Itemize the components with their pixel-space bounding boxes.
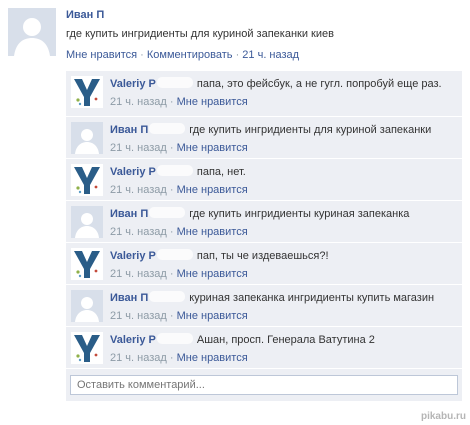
comment-timestamp[interactable]: 21 ч. назад	[110, 226, 167, 238]
comment-avatar[interactable]	[71, 248, 103, 280]
comment-like-link[interactable]: Мне нравится	[177, 96, 248, 108]
separator: ·	[166, 226, 177, 238]
post-author-name[interactable]: Иван П	[66, 9, 104, 21]
comment-meta: 21 ч. назад · Мне нравится	[110, 267, 456, 282]
v-logo-icon	[71, 332, 103, 364]
post-text: где купить ингридиенты для куриной запек…	[66, 28, 334, 40]
comment-meta: 21 ч. назад · Мне нравится	[110, 95, 456, 110]
comment-body: Valeriy P Ашан, просп. Генерала Ватутина …	[110, 333, 456, 366]
redacted-surname	[156, 165, 193, 176]
comment-meta: 21 ч. назад · Мне нравится	[110, 309, 456, 324]
comment-text: где купить ингридиенты куриная запеканка	[189, 208, 410, 220]
comment-author[interactable]: Valeriy P	[110, 166, 156, 178]
comment-meta: 21 ч. назад · Мне нравится	[110, 141, 456, 156]
comment-avatar[interactable]	[71, 76, 103, 108]
comment-timestamp[interactable]: 21 ч. назад	[110, 310, 167, 322]
comment-author[interactable]: Valeriy P	[110, 250, 156, 262]
comment-avatar[interactable]	[71, 164, 103, 196]
comment-timestamp[interactable]: 21 ч. назад	[110, 184, 167, 196]
comment-text: где купить ингридиенты для куриной запек…	[189, 124, 432, 136]
watermark: pikabu.ru	[420, 411, 466, 422]
comment-author[interactable]: Valeriy P	[110, 334, 156, 346]
comment-like-link[interactable]: Мне нравится	[177, 268, 248, 280]
comment-like-link[interactable]: Мне нравится	[177, 352, 248, 364]
comment-like-link[interactable]: Мне нравится	[177, 226, 248, 238]
redacted-surname	[156, 333, 193, 344]
silhouette-avatar-icon	[71, 122, 103, 154]
separator: ·	[166, 352, 177, 364]
separator: ·	[166, 310, 177, 322]
redacted-surname	[156, 77, 193, 88]
comment-avatar[interactable]	[71, 122, 103, 154]
comment: Иван П где купить ингридиенты куриная зап…	[66, 201, 462, 243]
separator: ·	[137, 49, 147, 61]
comment-like-link[interactable]: Мне нравится	[177, 142, 248, 154]
separator: ·	[166, 142, 177, 154]
comment-input[interactable]	[70, 375, 458, 395]
comment-text: папа, это фейсбук, а не гугл. попробуй е…	[196, 78, 442, 90]
comment-timestamp[interactable]: 21 ч. назад	[110, 96, 167, 108]
comment-text: папа, нет.	[196, 166, 246, 178]
comment-body: Иван П где купить ингридиенты куриная зап…	[110, 207, 456, 240]
comment-text: Ашан, просп. Генерала Ватутина 2	[196, 334, 375, 346]
comment-like-link[interactable]: Мне нравится	[177, 184, 248, 196]
comment-timestamp[interactable]: 21 ч. назад	[110, 352, 167, 364]
comment-meta: 21 ч. назад · Мне нравится	[110, 351, 456, 366]
comment: Valeriy P папа, нет. 21 ч. назад · Мне нра…	[66, 159, 462, 201]
separator: ·	[166, 184, 177, 196]
v-logo-icon	[71, 164, 103, 196]
comment-text: пап, ты че издеваешься?!	[196, 250, 329, 262]
comment-avatar[interactable]	[71, 332, 103, 364]
v-logo-icon	[71, 76, 103, 108]
comment-body: Valeriy P пап, ты че издеваешься?! 21 ч. н…	[110, 249, 456, 282]
comment: Иван П где купить ингридиенты для куриной…	[66, 117, 462, 159]
redacted-surname	[156, 249, 193, 260]
comment-body: Иван П где купить ингридиенты для куриной…	[110, 123, 456, 156]
comment: Valeriy P пап, ты че издеваешься?! 21 ч. н…	[66, 243, 462, 285]
post-actions: Мне нравится · Комментировать · 21 ч. на…	[66, 49, 299, 61]
comment-body: Valeriy P папа, это фейсбук, а не гугл. п…	[110, 77, 456, 110]
comment-author[interactable]: Иван П	[110, 124, 148, 136]
redacted-surname	[149, 207, 186, 218]
post-author-avatar[interactable]	[8, 8, 56, 56]
silhouette-avatar-icon	[71, 206, 103, 238]
comment-body: Иван П куриная запеканка ингридиенты купи…	[110, 291, 456, 324]
post-timestamp[interactable]: 21 ч. назад	[242, 49, 299, 61]
silhouette-avatar-icon	[8, 8, 56, 56]
separator: ·	[166, 96, 177, 108]
comment-meta: 21 ч. назад · Мне нравится	[110, 225, 456, 240]
wall-post: Иван П где купить ингридиенты для курино…	[0, 0, 470, 425]
comment-timestamp[interactable]: 21 ч. назад	[110, 142, 167, 154]
comment-text: куриная запеканка ингридиенты купить маг…	[189, 292, 435, 304]
comment-like-link[interactable]: Мне нравится	[177, 310, 248, 322]
comment: Иван П куриная запеканка ингридиенты купи…	[66, 285, 462, 327]
comment-timestamp[interactable]: 21 ч. назад	[110, 268, 167, 280]
comment: Valeriy P Ашан, просп. Генерала Ватутина …	[66, 327, 462, 369]
comment-author[interactable]: Иван П	[110, 292, 148, 304]
post-comment-link[interactable]: Комментировать	[147, 49, 233, 61]
v-logo-icon	[71, 248, 103, 280]
comment-author[interactable]: Иван П	[110, 208, 148, 220]
comment-avatar[interactable]	[71, 206, 103, 238]
silhouette-avatar-icon	[71, 290, 103, 322]
separator: ·	[232, 49, 243, 61]
post-like-link[interactable]: Мне нравится	[66, 49, 137, 61]
redacted-surname	[149, 291, 186, 302]
comment-avatar[interactable]	[71, 290, 103, 322]
comment-box	[66, 369, 462, 402]
comment-body: Valeriy P папа, нет. 21 ч. назад · Мне нра…	[110, 165, 456, 198]
comment-author[interactable]: Valeriy P	[110, 78, 156, 90]
redacted-surname	[149, 123, 186, 134]
comment-thread: Valeriy P папа, это фейсбук, а не гугл. п…	[66, 71, 462, 402]
separator: ·	[166, 268, 177, 280]
comment-meta: 21 ч. назад · Мне нравится	[110, 183, 456, 198]
comment: Valeriy P папа, это фейсбук, а не гугл. п…	[66, 71, 462, 117]
